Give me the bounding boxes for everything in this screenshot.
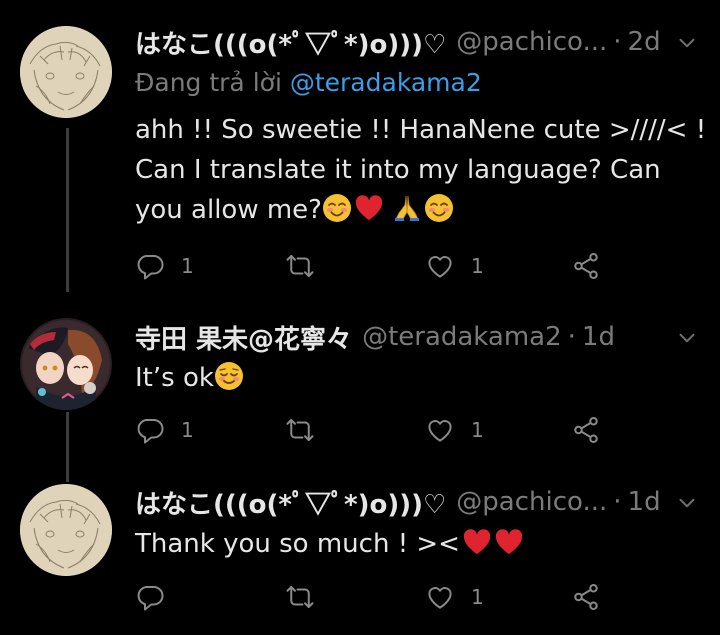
replying-to: Đang trả lời @teradakama2	[135, 68, 482, 97]
red-heart-emoji	[462, 527, 492, 557]
reply-button[interactable]	[135, 579, 181, 615]
relieved-smile-emoji	[214, 361, 244, 391]
retweet-icon	[285, 251, 315, 281]
smiling-blush-emoji	[424, 193, 454, 223]
retweet-icon	[285, 582, 315, 612]
user-handle[interactable]: @teradakama2	[362, 322, 562, 352]
tweet-text: Thank you so much ! ><	[135, 524, 680, 564]
display-name[interactable]: 寺田 果未@花寧々	[135, 319, 352, 356]
avatar[interactable]	[20, 318, 112, 410]
chevron-down-icon[interactable]	[674, 325, 700, 351]
display-name[interactable]: はなこ(((o(*ﾟ▽ﾟ*)o)))♡	[135, 484, 446, 521]
replying-label: Đang trả lời	[135, 68, 282, 97]
share-icon	[571, 582, 601, 612]
separator-dot: ·	[613, 27, 622, 57]
tweet-text-line: ahh !! So sweetie !! HanaNene cute >////…	[135, 115, 707, 145]
tweet-actions: 1 1	[135, 248, 615, 284]
folded-hands-emoji	[392, 193, 422, 223]
like-count: 1	[471, 254, 484, 278]
share-button[interactable]	[571, 248, 601, 284]
timestamp[interactable]: 1d	[628, 487, 661, 517]
user-handle[interactable]: @pachico...	[456, 27, 607, 57]
timestamp[interactable]: 1d	[582, 322, 615, 352]
red-heart-emoji	[354, 193, 384, 223]
heart-icon	[425, 582, 455, 612]
like-button[interactable]: 1	[425, 412, 484, 448]
tweet-actions: 1	[135, 579, 615, 615]
chevron-down-icon[interactable]	[674, 490, 700, 516]
retweet-button[interactable]	[285, 579, 331, 615]
separator-dot: ·	[613, 487, 622, 517]
share-button[interactable]	[571, 579, 601, 615]
tweet-text-line: Thank you so much ! ><	[135, 524, 680, 564]
share-icon	[571, 415, 601, 445]
reply-icon	[135, 582, 165, 612]
tweet[interactable]: はなこ(((o(*ﾟ▽ﾟ*)o)))♡ @pachico... · 2d Đan…	[0, 0, 720, 300]
reply-count: 1	[181, 418, 194, 442]
reply-button[interactable]: 1	[135, 412, 194, 448]
user-handle[interactable]: @pachico...	[456, 487, 607, 517]
separator-dot: ·	[567, 322, 576, 352]
like-button[interactable]: 1	[425, 248, 484, 284]
tweet[interactable]: 寺田 果未@花寧々 @teradakama2 · 1d It’s ok 1 1	[0, 300, 720, 470]
reply-button[interactable]: 1	[135, 248, 194, 284]
like-button[interactable]: 1	[425, 579, 484, 615]
reply-icon	[135, 415, 165, 445]
share-icon	[571, 251, 601, 281]
smiling-blush-emoji	[322, 193, 352, 223]
chevron-down-icon[interactable]	[674, 30, 700, 56]
tweet[interactable]: はなこ(((o(*ﾟ▽ﾟ*)o)))♡ @pachico... · 1d Tha…	[0, 470, 720, 635]
share-button[interactable]	[571, 412, 601, 448]
mention-link[interactable]: @teradakama2	[290, 68, 482, 97]
retweet-icon	[285, 415, 315, 445]
timestamp[interactable]: 2d	[628, 27, 661, 57]
reply-count: 1	[181, 254, 194, 278]
reply-icon	[135, 251, 165, 281]
tweet-text: It’s ok	[135, 358, 680, 398]
heart-icon	[425, 415, 455, 445]
tweet-text-line: Can I translate it into my language? Can	[135, 155, 661, 185]
retweet-button[interactable]	[285, 412, 331, 448]
tweet-text-line: It’s ok	[135, 358, 680, 398]
red-heart-emoji	[494, 527, 524, 557]
avatar[interactable]	[20, 484, 112, 576]
retweet-button[interactable]	[285, 248, 331, 284]
heart-icon	[425, 251, 455, 281]
display-name[interactable]: はなこ(((o(*ﾟ▽ﾟ*)o)))♡	[135, 24, 446, 61]
like-count: 1	[471, 418, 484, 442]
tweet-actions: 1 1	[135, 412, 615, 448]
tweet-text: ahh !! So sweetie !! HanaNene cute >////…	[135, 110, 707, 230]
avatar[interactable]	[20, 26, 112, 118]
tweet-text-line: you allow me?	[135, 190, 680, 230]
like-count: 1	[471, 585, 484, 609]
